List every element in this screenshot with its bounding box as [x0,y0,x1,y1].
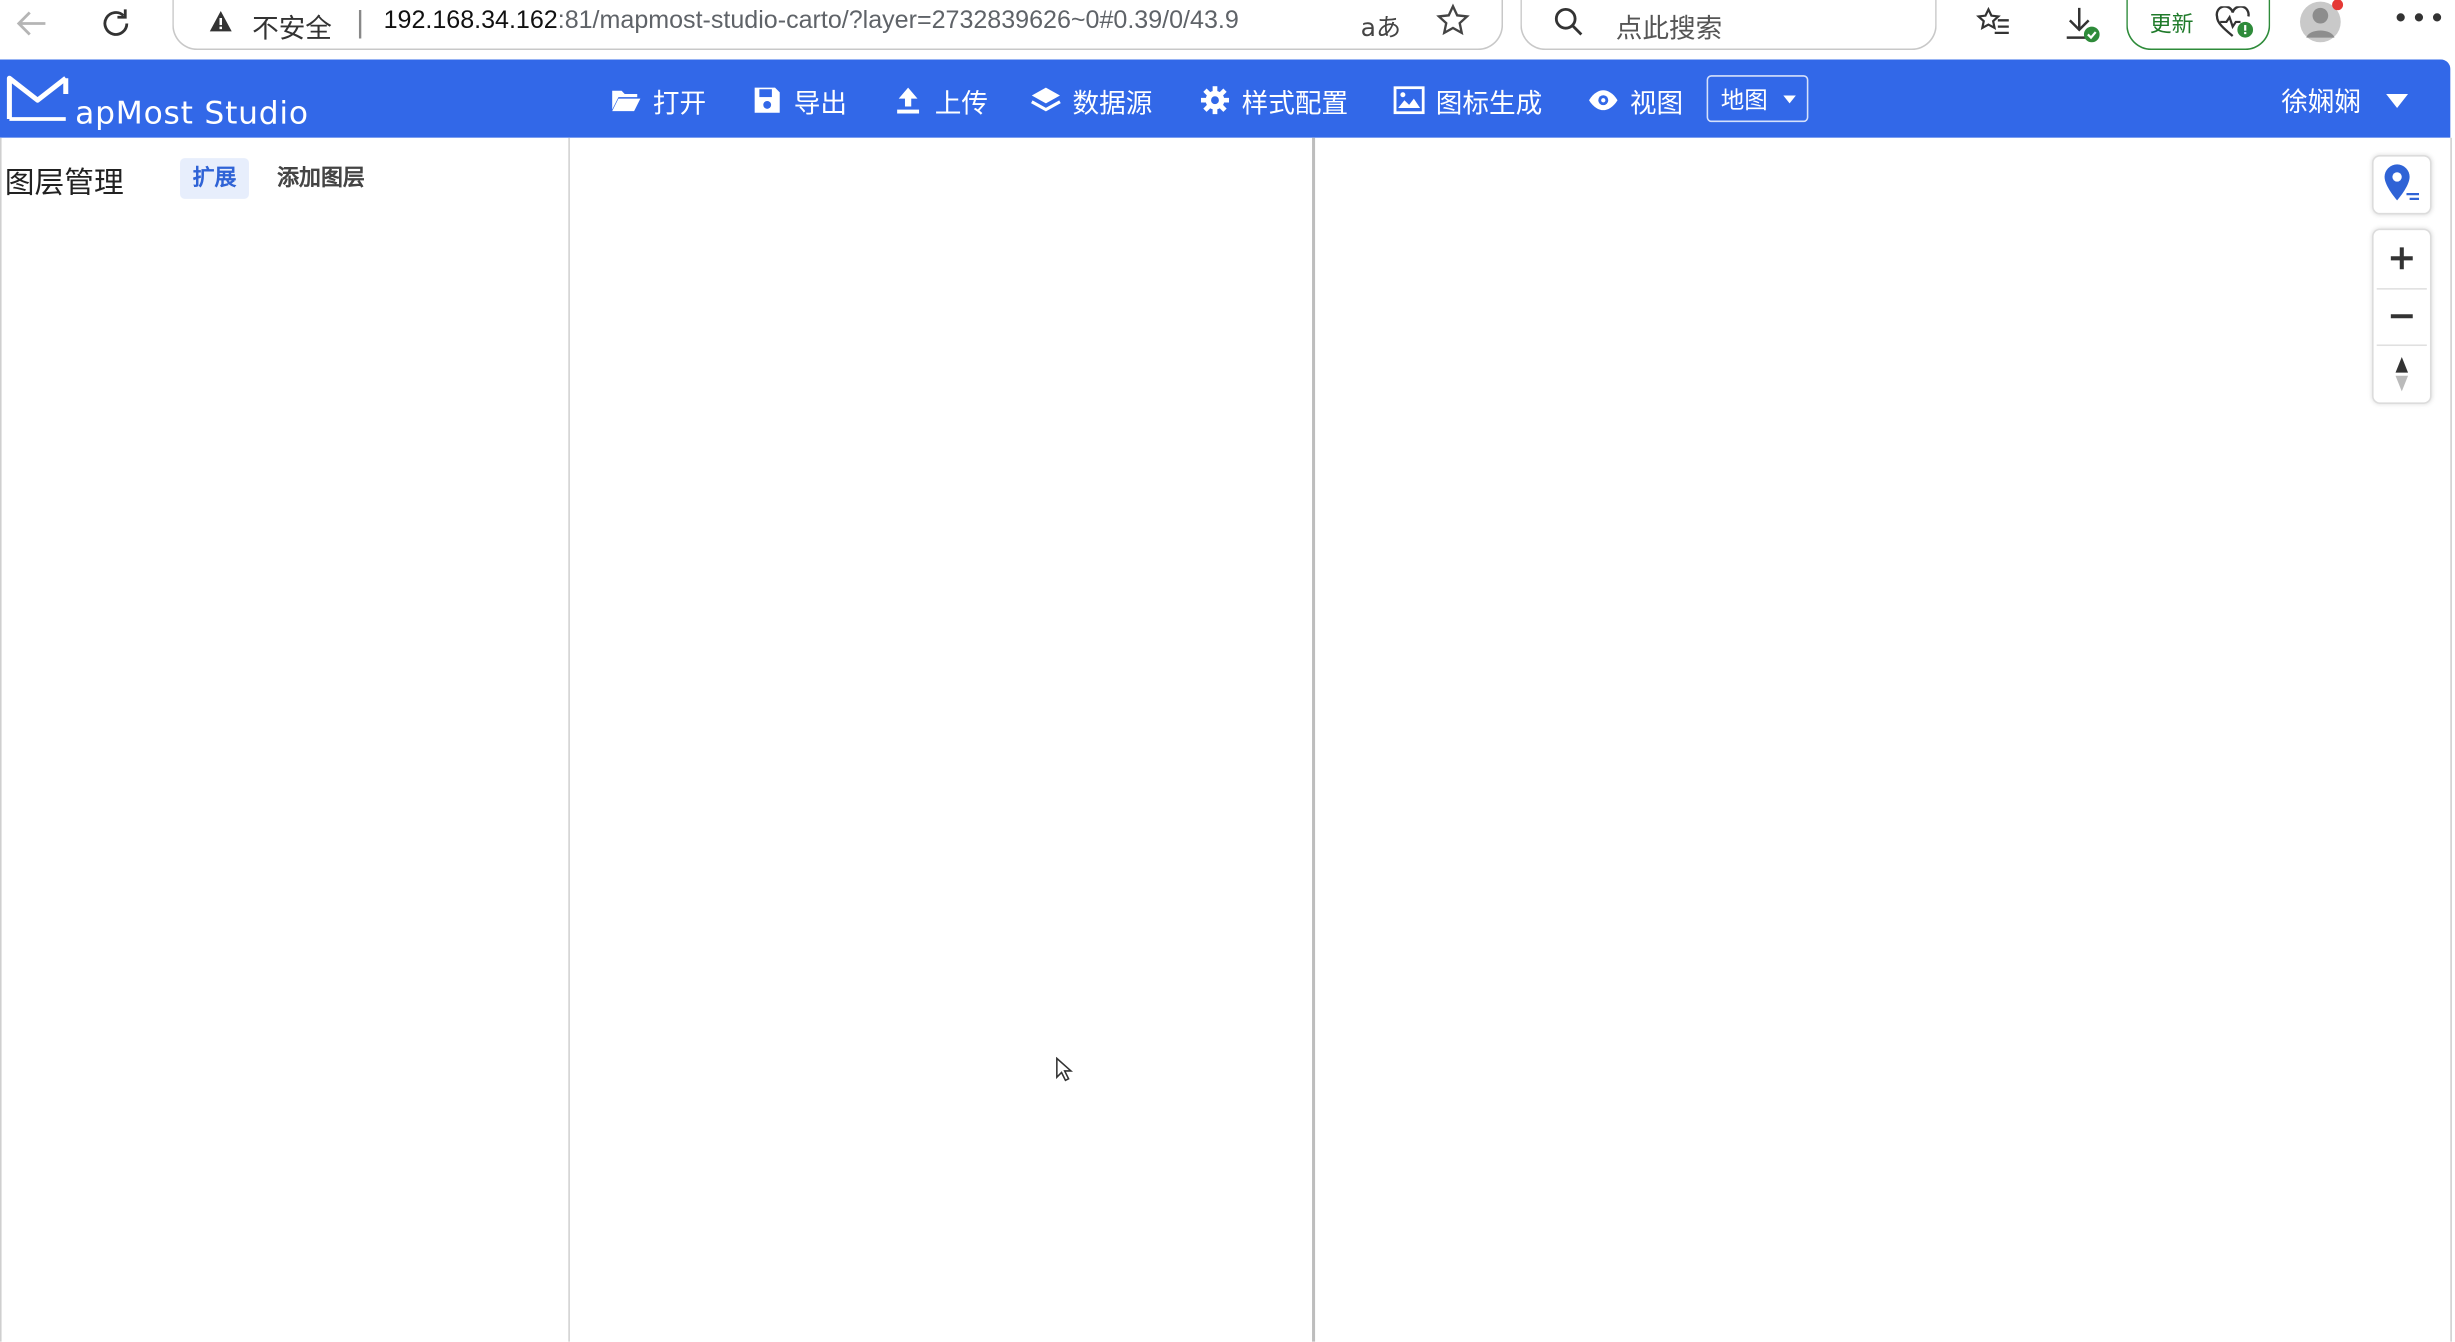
mapmost-logo-icon [6,75,69,121]
nav-upload-button[interactable]: 上传 [892,80,988,121]
plus-icon [2390,247,2413,270]
nav-view-button[interactable]: 视图 [1588,80,1684,121]
nav-export-label: 导出 [793,88,848,120]
back-arrow-icon[interactable] [9,3,53,44]
mouse-cursor-icon [1055,1056,1074,1088]
search-placeholder: 点此搜索 [1615,14,1723,46]
reload-icon[interactable] [94,3,138,44]
user-name[interactable]: 徐娴娴 [2281,80,2361,119]
nav-datasource-button[interactable]: 数据源 [1030,80,1152,121]
url-host: 192.168.34.162 [383,7,558,35]
nav-datasource-label: 数据源 [1072,88,1153,120]
minus-icon [2390,314,2413,319]
nav-icon-generate-button[interactable]: 图标生成 [1393,80,1542,121]
brand-name: apMost Studio [75,93,309,132]
nav-export-button[interactable]: 导出 [752,80,848,121]
image-icon [1393,85,1425,116]
warning-icon[interactable] [208,9,233,40]
folder-open-icon [611,85,642,116]
url-path: :81/mapmost-studio-carto/?layer=27328396… [557,7,1239,35]
upload-icon [892,85,923,116]
address-bar[interactable]: 不安全 | 192.168.34.162:81/mapmost-studio-c… [172,0,1504,51]
address-separator: | [355,6,365,40]
search-icon [1553,6,1584,44]
layers-icon [1030,85,1061,116]
favorites-list-icon[interactable] [1973,3,2014,44]
more-menu-icon[interactable]: ••• [2392,3,2447,36]
zoom-control-group [2372,228,2432,404]
insecure-label[interactable]: 不安全 [252,6,332,45]
map-pin-icon [2384,164,2420,201]
geolocate-button[interactable] [2372,155,2432,215]
nav-view-label: 视图 [1629,88,1684,120]
app-navbar: apMost Studio 打开 导出 上传 数据源 样式配置 图标生成 视图 … [0,59,2451,138]
layer-management-panel: 图层管理 扩展 添加图层 [0,137,570,1342]
compass-icon [2395,356,2409,392]
map-canvas[interactable] [1315,137,2452,1342]
tab-expand[interactable]: 扩展 [180,158,249,199]
tab-add-layer[interactable]: 添加图层 [274,158,368,199]
app-window: 不安全 | 192.168.34.162:81/mapmost-studio-c… [0,0,2455,1342]
nav-style-config-button[interactable]: 样式配置 [1199,80,1348,121]
gear-icon [1199,85,1230,116]
nav-open-label: 打开 [652,88,707,120]
layer-editor-panel [569,137,1316,1342]
floppy-disk-icon [752,85,783,116]
browser-search-box[interactable]: 点此搜索 [1520,0,1937,51]
health-heart-icon [2215,5,2256,47]
download-icon[interactable] [2060,3,2104,47]
user-menu-caret-icon[interactable] [2386,93,2409,109]
update-button[interactable]: 更新 [2126,0,2271,51]
view-mode-select[interactable]: 地图 [1706,75,1809,123]
url-text[interactable]: 192.168.34.162:81/mapmost-studio-carto/?… [384,8,1239,36]
mapmost-logo[interactable]: apMost Studio [6,69,335,132]
zoom-in-button[interactable] [2374,230,2430,286]
nav-upload-label: 上传 [934,88,988,120]
eye-icon [1588,85,1619,116]
update-label: 更新 [2149,12,2194,38]
panel-title: 图层管理 [4,165,124,201]
favorite-star-icon[interactable] [1436,3,1470,45]
nav-open-button[interactable]: 打开 [611,80,707,121]
view-mode-value: 地图 [1720,85,1768,114]
nav-style-config-label: 样式配置 [1241,88,1349,120]
read-aloud-icon[interactable]: aあ [1361,6,1401,44]
profile-avatar-icon[interactable] [2297,0,2344,44]
chevron-down-icon [1783,95,1796,104]
browser-toolbar: 不安全 | 192.168.34.162:81/mapmost-studio-c… [0,0,2455,60]
zoom-out-button[interactable] [2374,288,2430,344]
compass-reset-button[interactable] [2374,346,2430,402]
nav-icon-generate-label: 图标生成 [1435,88,1543,120]
